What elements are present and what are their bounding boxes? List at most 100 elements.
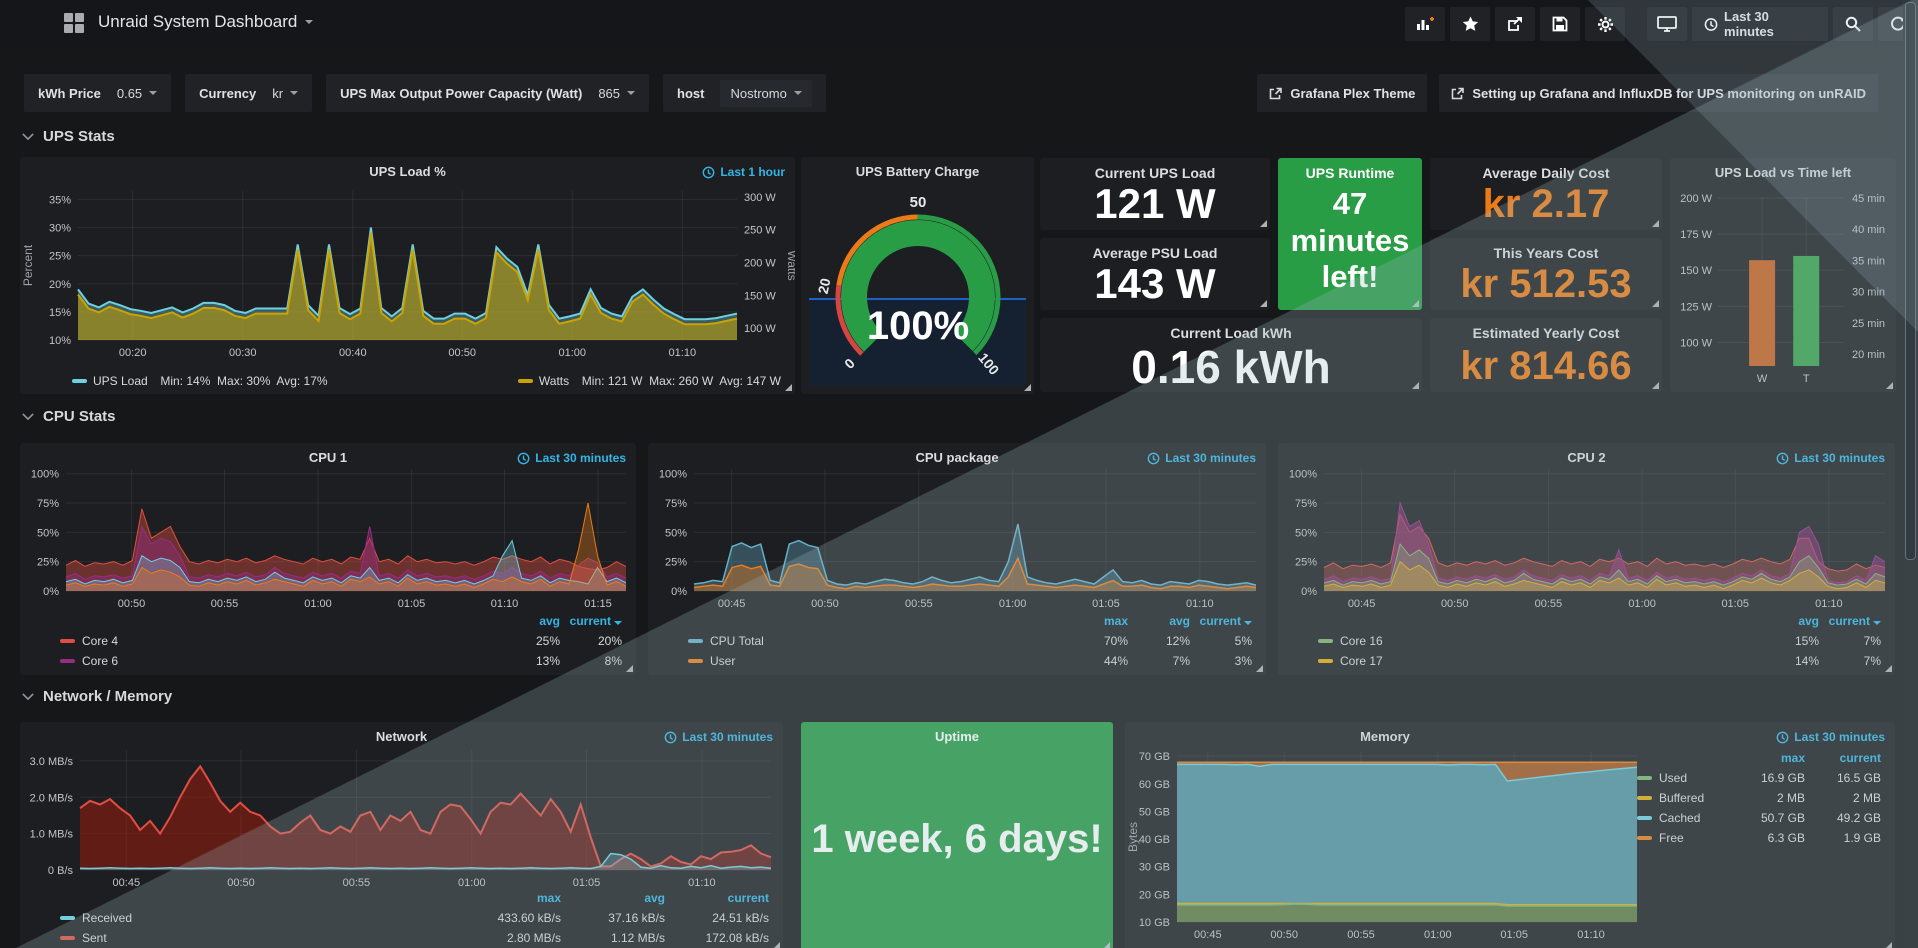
- legend-item[interactable]: Core 4: [60, 634, 498, 648]
- variable-value-dropdown[interactable]: kr: [272, 86, 298, 101]
- memory-chart[interactable]: 70 GB60 GB50 GB40 GB30 GB20 GB10 GB00:45…: [1125, 722, 1645, 948]
- svg-text:00:55: 00:55: [905, 598, 933, 610]
- legend-sort-header[interactable]: max: [1729, 751, 1805, 765]
- legend-row: Buffered2 MB2 MB: [1637, 788, 1881, 808]
- series-label: Received: [82, 911, 132, 925]
- svg-text:100 W: 100 W: [744, 323, 776, 335]
- legend-item[interactable]: CPU Total: [688, 634, 1066, 648]
- legend-value: 25%: [498, 634, 560, 648]
- svg-text:01:00: 01:00: [304, 598, 332, 610]
- svg-text:00:45: 00:45: [1348, 598, 1376, 610]
- cpu1-chart[interactable]: 100%75%50%25%0%00:5000:5501:0001:0501:10…: [20, 443, 636, 615]
- dashboard-title[interactable]: Unraid System Dashboard: [98, 12, 313, 32]
- legend-sort-header[interactable]: avg: [561, 891, 665, 905]
- svg-text:100 W: 100 W: [1680, 337, 1712, 349]
- clock-icon: [1704, 17, 1718, 32]
- legend-item[interactable]: Core 6: [60, 654, 498, 668]
- svg-text:30 min: 30 min: [1852, 287, 1885, 299]
- panel-cpu-package: CPU package Last 30 minutes 100%75%50%25…: [648, 443, 1266, 675]
- legend-item[interactable]: Sent: [60, 931, 457, 945]
- legend-item[interactable]: Used: [1637, 771, 1729, 785]
- settings-button[interactable]: [1585, 7, 1625, 41]
- section-network-memory[interactable]: Network / Memory: [22, 688, 172, 705]
- svg-text:200 W: 200 W: [1680, 193, 1712, 205]
- stat-value: 0.16 kWh: [1040, 340, 1422, 394]
- legend-item[interactable]: Core 17: [1318, 654, 1757, 668]
- variable-kwh-price[interactable]: kWh Price0.65: [24, 74, 171, 112]
- network-chart[interactable]: 3.0 MB/s2.0 MB/s1.0 MB/s0 B/s00:4500:500…: [20, 722, 783, 894]
- section-cpu-stats[interactable]: CPU Stats: [22, 408, 116, 425]
- scrollbar-track[interactable]: [1903, 0, 1918, 948]
- svg-text:00:50: 00:50: [1270, 929, 1298, 941]
- save-button[interactable]: [1540, 7, 1580, 41]
- panel-title[interactable]: Estimated Yearly Cost: [1430, 325, 1662, 341]
- panel-title[interactable]: Average PSU Load: [1040, 245, 1270, 261]
- panel-title[interactable]: Uptime: [801, 729, 1113, 744]
- svg-text:30%: 30%: [49, 223, 71, 235]
- svg-text:01:00: 01:00: [1424, 929, 1452, 941]
- grid-menu-icon[interactable]: [64, 13, 84, 33]
- variable-value-dropdown[interactable]: Nostromo: [720, 80, 811, 107]
- variable-value-dropdown[interactable]: 865: [598, 86, 635, 101]
- panel-title[interactable]: UPS Runtime: [1278, 165, 1422, 181]
- series-color-swatch: [1637, 836, 1652, 840]
- panel-time-range[interactable]: Last 30 minutes: [1776, 730, 1885, 744]
- svg-text:300 W: 300 W: [744, 192, 776, 204]
- variable-value-dropdown[interactable]: 0.65: [117, 86, 157, 101]
- legend-item[interactable]: User: [688, 654, 1066, 668]
- legend-sort-header[interactable]: current: [560, 614, 622, 628]
- legend-sort-header[interactable]: avg: [498, 614, 560, 628]
- legend-sort-header[interactable]: max: [1066, 614, 1128, 628]
- legend-sort-header[interactable]: max: [457, 891, 561, 905]
- legend-row: CPU Total70%12%5%: [688, 631, 1252, 651]
- section-ups-stats[interactable]: UPS Stats: [22, 128, 115, 145]
- panel-title[interactable]: This Years Cost: [1430, 245, 1662, 261]
- cpu-package-chart[interactable]: 100%75%50%25%0%00:4500:5000:5501:0001:05…: [648, 443, 1266, 615]
- variable-ups-max-output-power-capacity-watt-[interactable]: UPS Max Output Power Capacity (Watt) 865: [326, 74, 649, 112]
- search-button[interactable]: [1833, 7, 1873, 41]
- variable-currency[interactable]: Currencykr: [185, 74, 312, 112]
- legend-item[interactable]: Received: [60, 911, 457, 925]
- legend-sort-header[interactable]: current: [665, 891, 769, 905]
- panel-title[interactable]: Current Load kWh: [1040, 325, 1422, 341]
- panel-title[interactable]: Current UPS Load: [1040, 165, 1270, 181]
- panel-title[interactable]: UPS Battery Charge: [801, 164, 1034, 179]
- panel-title[interactable]: Average Daily Cost: [1430, 165, 1662, 181]
- clock-icon: [1776, 731, 1789, 744]
- variable-label: UPS Max Output Power Capacity (Watt): [340, 86, 582, 101]
- cycle-view-button[interactable]: [1647, 7, 1687, 41]
- legend-item[interactable]: Cached: [1637, 811, 1729, 825]
- stat-value: 1 week, 6 days!: [801, 817, 1113, 862]
- svg-text:35%: 35%: [49, 194, 71, 206]
- chevron-down-icon: [22, 133, 34, 140]
- legend-item[interactable]: Watts Min: 121 W Max: 260 W Avg: 147 W: [518, 374, 781, 388]
- legend-sort-header[interactable]: current: [1805, 751, 1881, 765]
- cpu2-chart[interactable]: 100%75%50%25%0%00:4500:5000:5501:0001:05…: [1278, 443, 1895, 615]
- add-panel-button[interactable]: [1405, 7, 1445, 41]
- ups-load-legend: UPS Load Min: 14% Max: 30% Avg: 17% Watts…: [72, 374, 781, 388]
- legend-value: 50.7 GB: [1729, 811, 1805, 825]
- time-range-picker[interactable]: Last 30 minutes: [1692, 7, 1828, 41]
- series-label: Core 6: [82, 654, 118, 668]
- scrollbar-thumb[interactable]: [1905, 2, 1916, 560]
- star-button[interactable]: [1450, 7, 1490, 41]
- battery-gauge[interactable]: 50 20 0 100 100%: [813, 187, 1023, 383]
- variable-host[interactable]: hostNostromo: [663, 74, 826, 112]
- dashboard-link[interactable]: Grafana Plex Theme: [1257, 74, 1427, 112]
- legend-sort-header[interactable]: current: [1190, 614, 1252, 628]
- ups-load-chart[interactable]: 35%30%25%20%15%10%300 W250 W200 W150 W10…: [20, 157, 795, 364]
- legend-item[interactable]: Free: [1637, 831, 1729, 845]
- legend-sort-header[interactable]: avg: [1128, 614, 1190, 628]
- top-navbar: Unraid System Dashboard: [0, 0, 1918, 48]
- legend-item[interactable]: Buffered: [1637, 791, 1729, 805]
- legend-value: 44%: [1066, 654, 1128, 668]
- ups-load-vs-time-chart[interactable]: 200 W175 W150 W125 W100 W45 min40 min35 …: [1670, 158, 1896, 392]
- legend-sort-header[interactable]: avg: [1757, 614, 1819, 628]
- legend-sort-header[interactable]: current: [1819, 614, 1881, 628]
- legend-value: 433.60 kB/s: [457, 911, 561, 925]
- legend-item[interactable]: UPS Load Min: 14% Max: 30% Avg: 17%: [72, 374, 328, 388]
- dashboard-link[interactable]: Setting up Grafana and InfluxDB for UPS …: [1439, 74, 1878, 112]
- legend-item[interactable]: Core 16: [1318, 634, 1757, 648]
- share-button[interactable]: [1495, 7, 1535, 41]
- svg-text:0%: 0%: [1301, 586, 1317, 598]
